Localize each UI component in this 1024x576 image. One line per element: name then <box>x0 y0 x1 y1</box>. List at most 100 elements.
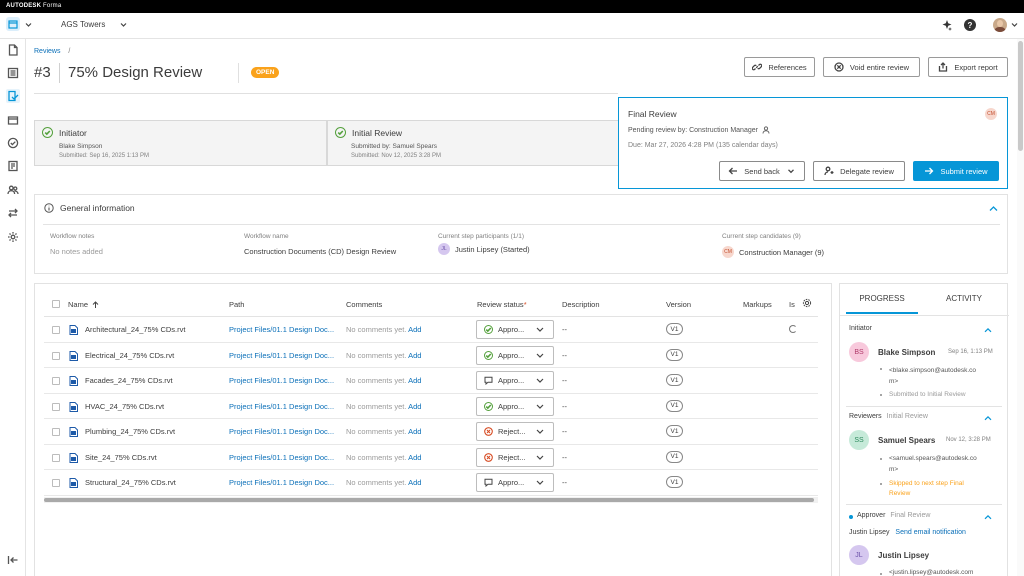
delegate-review-button[interactable]: Delegate review <box>813 161 905 181</box>
version-badge[interactable]: V1 <box>666 348 683 361</box>
nav-sheets[interactable] <box>6 66 20 80</box>
version-badge[interactable]: V1 <box>666 399 683 412</box>
file-name[interactable]: Architectural_24_75% CDs.rvt <box>85 325 185 334</box>
initiator-collapse-icon[interactable] <box>984 327 992 333</box>
add-comment-link[interactable]: Add <box>408 376 421 385</box>
column-description[interactable]: Description <box>562 300 600 309</box>
app-switcher-button[interactable] <box>6 17 20 31</box>
table-row[interactable]: Electrical_24_75% CDs.rvt Project Files/0… <box>44 343 818 368</box>
review-status-dropdown[interactable]: Reject... <box>476 422 554 441</box>
file-path-link[interactable]: Project Files/01.1 Design Doc... <box>229 351 339 360</box>
void-review-button[interactable]: Void entire review <box>823 57 920 77</box>
add-comment-link[interactable]: Add <box>408 453 421 462</box>
table-row[interactable]: Plumbing_24_75% CDs.rvt Project Files/01.… <box>44 419 818 445</box>
nav-reviews[interactable] <box>6 89 20 103</box>
version-badge[interactable]: V1 <box>666 476 683 488</box>
row-checkbox[interactable] <box>52 377 60 385</box>
select-all-checkbox[interactable] <box>52 300 60 308</box>
column-issues[interactable]: Is <box>789 300 795 309</box>
add-comment-link[interactable]: Add <box>408 427 421 436</box>
add-comment-link[interactable]: Add <box>408 478 421 487</box>
row-checkbox[interactable] <box>52 402 60 411</box>
file-path-link[interactable]: Project Files/01.1 Design Doc... <box>229 325 339 334</box>
file-path-link[interactable]: Project Files/01.1 Design Doc... <box>229 478 339 487</box>
version-badge[interactable]: V1 <box>666 374 683 386</box>
row-checkbox[interactable] <box>52 326 60 334</box>
nav-collapse[interactable] <box>6 553 20 567</box>
row-checkbox[interactable] <box>52 351 60 360</box>
scrollbar-thumb[interactable] <box>44 498 814 502</box>
review-status-value: Appro... <box>498 478 525 487</box>
add-comment-link[interactable]: Add <box>408 325 421 334</box>
column-version[interactable]: Version <box>666 300 691 309</box>
nav-files[interactable] <box>6 43 20 57</box>
nav-forms[interactable] <box>6 159 20 173</box>
nav-transfer[interactable] <box>6 206 20 220</box>
page-scrollbar-thumb[interactable] <box>1018 41 1023 151</box>
user-menu-chevron-icon[interactable] <box>1011 22 1018 28</box>
table-row[interactable]: Facades_24_75% CDs.rvt Project Files/01.1… <box>44 368 818 394</box>
file-path-link[interactable]: Project Files/01.1 Design Doc... <box>229 427 339 436</box>
file-name[interactable]: Plumbing_24_75% CDs.rvt <box>85 427 175 436</box>
file-name[interactable]: Electrical_24_75% CDs.rvt <box>85 351 174 360</box>
review-status-dropdown[interactable]: Reject... <box>476 447 554 467</box>
file-path-link[interactable]: Project Files/01.1 Design Doc... <box>229 376 339 385</box>
table-row[interactable]: Site_24_75% CDs.rvt Project Files/01.1 De… <box>44 445 818 470</box>
nav-members[interactable] <box>6 183 20 197</box>
column-markups[interactable]: Markups <box>743 300 772 309</box>
step-initiator[interactable]: Initiator Blake Simpson Submitted: Sep 1… <box>34 120 327 166</box>
nav-settings[interactable] <box>6 230 20 244</box>
review-status-dropdown[interactable]: Appro... <box>476 473 554 492</box>
nav-transmittals[interactable] <box>6 113 20 127</box>
approver-collapse-icon[interactable] <box>984 514 992 520</box>
row-checkbox[interactable] <box>52 428 60 436</box>
file-path-link[interactable]: Project Files/01.1 Design Doc... <box>229 402 339 411</box>
chevron-down-icon[interactable] <box>25 22 32 28</box>
breadcrumb-reviews-link[interactable]: Reviews <box>34 48 60 55</box>
step-initial-review[interactable]: Initial Review Submitted by: Samuel Spea… <box>327 120 619 166</box>
comments-cell: No comments yet. Add <box>346 376 421 385</box>
file-name[interactable]: Site_24_75% CDs.rvt <box>85 453 157 462</box>
column-name[interactable]: Name <box>68 300 99 309</box>
table-settings-gear-icon[interactable] <box>802 298 812 308</box>
user-avatar[interactable] <box>993 18 1007 32</box>
horizontal-scrollbar[interactable] <box>44 497 818 503</box>
review-status-dropdown[interactable]: Appro... <box>476 345 554 365</box>
submit-review-button[interactable]: Submit review <box>913 161 999 181</box>
ai-sparkle-icon[interactable] <box>941 19 953 31</box>
file-name[interactable]: Facades_24_75% CDs.rvt <box>85 376 173 385</box>
collapse-chevron-icon[interactable] <box>989 205 998 212</box>
table-row[interactable]: HVAC_24_75% CDs.rvt Project Files/01.1 De… <box>44 394 818 419</box>
tab-activity[interactable]: ACTIVITY <box>928 294 1000 314</box>
review-status-dropdown[interactable]: Appro... <box>476 371 554 390</box>
table-row[interactable]: Structural_24_75% CDs.rvt Project Files/0… <box>44 470 818 496</box>
row-checkbox[interactable] <box>52 453 60 462</box>
tab-progress[interactable]: PROGRESS <box>846 294 918 314</box>
project-selector[interactable]: AGS Towers <box>61 20 105 29</box>
references-button[interactable]: References <box>744 57 815 77</box>
version-badge[interactable]: V1 <box>666 425 683 437</box>
version-badge[interactable]: V1 <box>666 450 683 463</box>
general-information-header[interactable]: General information <box>44 203 135 213</box>
add-comment-link[interactable]: Add <box>408 402 421 411</box>
column-review-status[interactable]: Review status* <box>477 300 527 309</box>
send-email-link[interactable]: Send email notification <box>895 529 965 536</box>
version-badge[interactable]: V1 <box>666 323 683 335</box>
table-row[interactable]: Architectural_24_75% CDs.rvt Project File… <box>44 317 818 343</box>
export-report-button[interactable]: Export report <box>928 57 1008 77</box>
column-path[interactable]: Path <box>229 300 244 309</box>
nav-approvals[interactable] <box>6 136 20 150</box>
file-name[interactable]: HVAC_24_75% CDs.rvt <box>85 402 164 411</box>
help-icon[interactable]: ? <box>964 19 976 31</box>
file-name[interactable]: Structural_24_75% CDs.rvt <box>85 478 176 487</box>
add-comment-link[interactable]: Add <box>408 351 421 360</box>
column-comments[interactable]: Comments <box>346 300 382 309</box>
row-checkbox[interactable] <box>52 479 60 487</box>
file-path-link[interactable]: Project Files/01.1 Design Doc... <box>229 453 339 462</box>
reviewers-collapse-icon[interactable] <box>984 415 992 421</box>
project-chevron-icon[interactable] <box>120 22 127 28</box>
review-status-dropdown[interactable]: Appro... <box>476 320 554 339</box>
review-status-dropdown[interactable]: Appro... <box>476 396 554 416</box>
page-scrollbar[interactable] <box>1017 39 1024 576</box>
send-back-button[interactable]: Send back <box>719 161 805 181</box>
